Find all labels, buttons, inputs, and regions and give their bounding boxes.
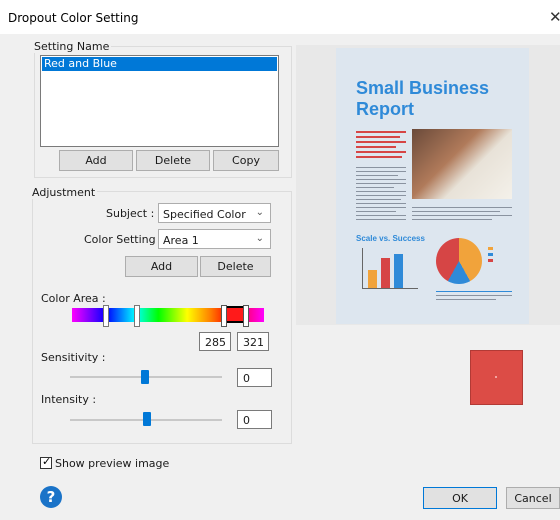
adjustment-label: Adjustment xyxy=(30,186,98,199)
list-item[interactable]: Red and Blue xyxy=(42,57,277,71)
swatch-center-dot xyxy=(495,376,497,378)
close-icon[interactable]: ✕ xyxy=(549,8,560,26)
doc-title-line2: Report xyxy=(356,99,414,119)
color-setting-value: Area 1 xyxy=(163,234,199,247)
doc-footer-text xyxy=(436,288,512,303)
window-title: Dropout Color Setting xyxy=(8,11,139,25)
checkmark-icon: ✓ xyxy=(42,455,52,468)
doc-body-text-right xyxy=(412,204,512,223)
color-area-to-input[interactable]: 321 xyxy=(237,332,269,351)
doc-photo xyxy=(412,129,512,199)
intensity-slider-thumb[interactable] xyxy=(143,412,151,426)
setting-name-list[interactable]: Red and Blue xyxy=(40,55,279,147)
doc-title-line1: Small Business xyxy=(356,78,490,98)
spectrum-marker[interactable] xyxy=(134,305,140,327)
color-setting-dropdown[interactable]: Area 1 ⌄ xyxy=(158,229,271,249)
delete-area-button[interactable]: Delete xyxy=(200,256,271,277)
range-start-handle[interactable] xyxy=(221,305,227,327)
help-icon[interactable]: ? xyxy=(40,486,62,508)
doc-chart-heading: Scale vs. Success xyxy=(356,234,425,243)
sensitivity-label: Sensitivity : xyxy=(41,351,106,364)
subject-dropdown[interactable]: Specified Color ⌄ xyxy=(158,203,271,223)
doc-legend xyxy=(488,244,493,265)
cancel-button[interactable]: Cancel xyxy=(506,487,560,509)
doc-intro-text xyxy=(356,128,406,161)
dropout-color-setting-dialog: Dropout Color Setting ✕ Setting Name Red… xyxy=(0,0,560,520)
title-bar: Dropout Color Setting ✕ xyxy=(0,0,560,34)
subject-label: Subject : xyxy=(106,207,155,220)
color-area-from-input[interactable]: 285 xyxy=(199,332,231,351)
range-end-handle[interactable] xyxy=(243,305,249,327)
show-preview-checkbox[interactable]: ✓ xyxy=(40,455,52,469)
subject-value: Specified Color xyxy=(163,208,246,221)
spectrum-marker[interactable] xyxy=(103,305,109,327)
setting-name-label: Setting Name xyxy=(32,40,112,53)
delete-setting-button[interactable]: Delete xyxy=(136,150,210,171)
intensity-input[interactable]: 0 xyxy=(237,410,272,429)
show-preview-label[interactable]: Show preview image xyxy=(55,457,169,470)
doc-body-text xyxy=(356,164,406,223)
add-area-button[interactable]: Add xyxy=(125,256,198,277)
preview-document: Small Business Report Scale vs. Success xyxy=(336,48,529,324)
sensitivity-slider-thumb[interactable] xyxy=(141,370,149,384)
add-setting-button[interactable]: Add xyxy=(59,150,133,171)
doc-bar-chart xyxy=(362,248,418,289)
chevron-down-icon: ⌄ xyxy=(255,233,264,244)
color-setting-label: Color Setting : xyxy=(84,233,163,246)
copy-setting-button[interactable]: Copy xyxy=(213,150,279,171)
doc-pie-chart xyxy=(436,238,482,284)
ok-button[interactable]: OK xyxy=(423,487,497,509)
intensity-label: Intensity : xyxy=(41,393,97,406)
color-area-label: Color Area : xyxy=(41,292,106,305)
chevron-down-icon: ⌄ xyxy=(255,207,264,218)
dropout-color-swatch xyxy=(470,350,523,405)
sensitivity-input[interactable]: 0 xyxy=(237,368,272,387)
